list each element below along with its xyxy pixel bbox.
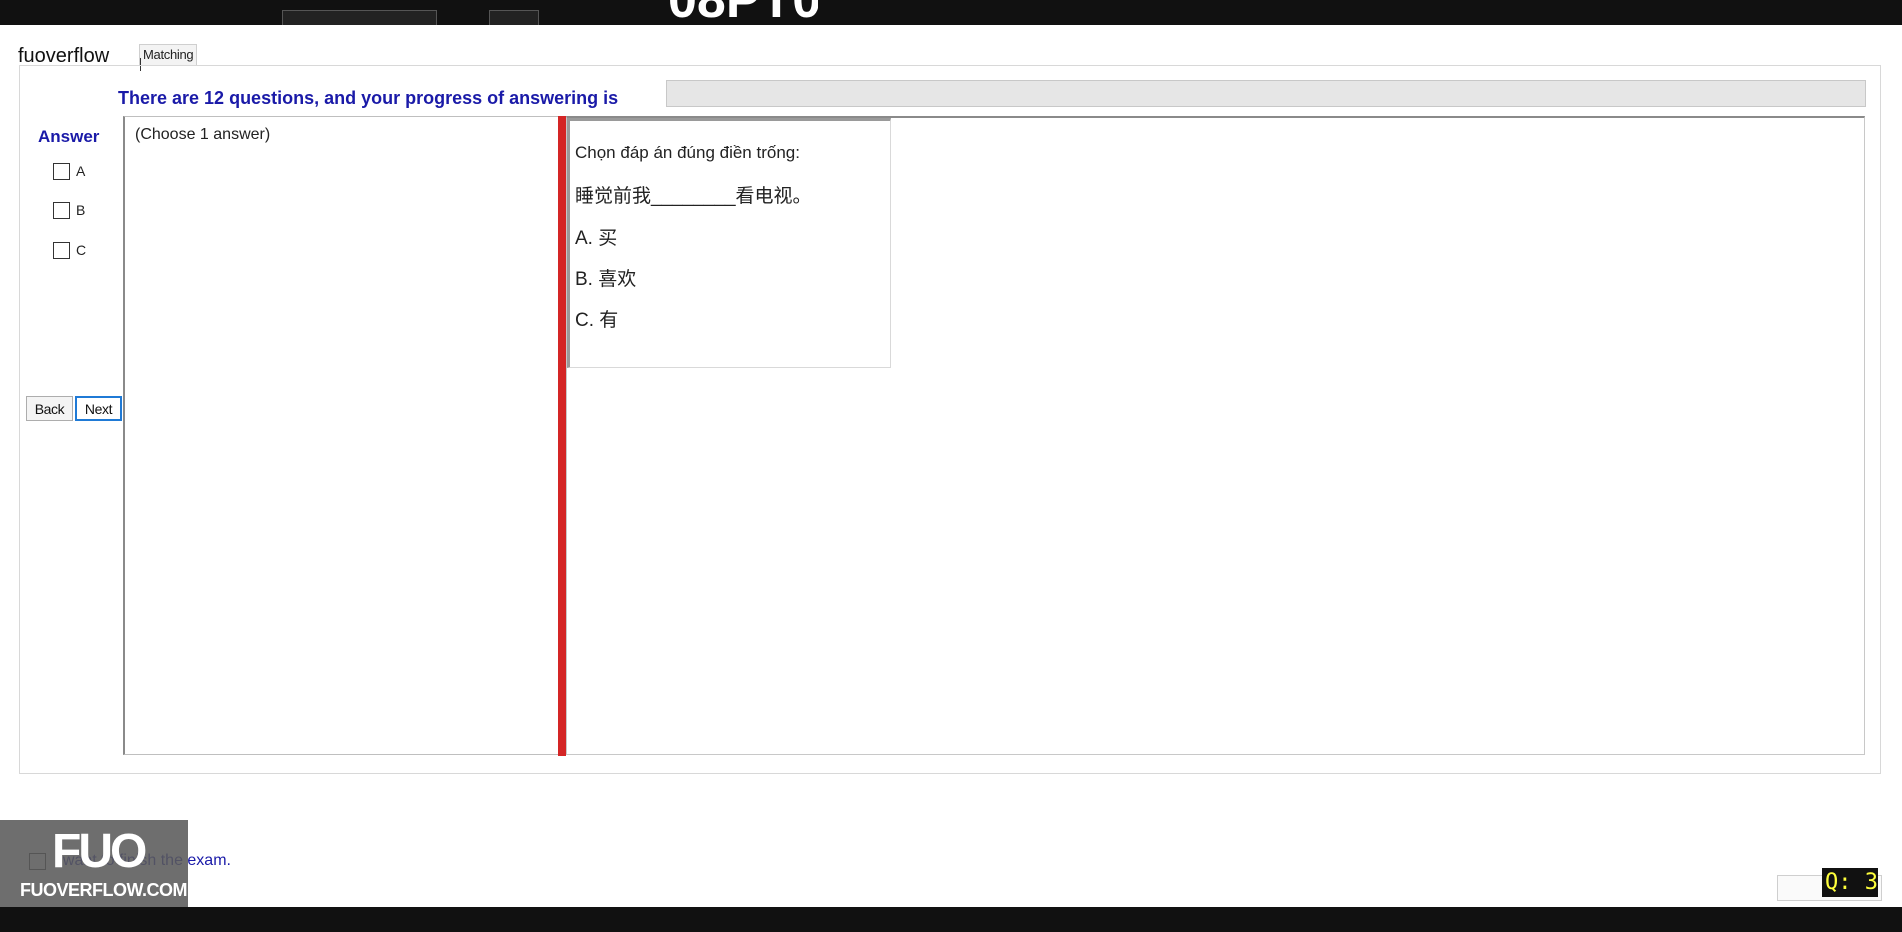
choice-a: A. 买 [575, 228, 618, 249]
answer-panel: (Choose 1 answer) [123, 116, 559, 755]
option-a-checkbox[interactable]: A [53, 162, 85, 180]
question-sentence: 睡觉前我________看电视。 [575, 186, 812, 207]
tab-matching[interactable]: Matching [139, 44, 198, 71]
progress-bar [666, 80, 1866, 107]
partial-field [489, 10, 539, 25]
bottom-black-bar [0, 907, 1902, 932]
watermark-site-text: FUOVERFLOW.COM [20, 880, 188, 900]
question-instruction: Chọn đáp án đúng điền trống: [575, 143, 800, 162]
window-title-fragment: 08PT0 [668, 0, 818, 20]
answer-hint: (Choose 1 answer) [135, 126, 271, 143]
question-counter: Q: 3 [1822, 868, 1878, 897]
answer-title: Answer [38, 127, 100, 146]
question-card: Chọn đáp án đúng điền trống: 睡觉前我_______… [567, 118, 891, 368]
checkbox-square [53, 241, 70, 259]
back-button[interactable]: Back [26, 396, 73, 421]
checkbox-square [53, 201, 70, 219]
choice-c: C. 有 [575, 310, 619, 331]
option-b-checkbox[interactable]: B [53, 201, 85, 219]
option-label: B [76, 202, 86, 218]
next-button[interactable]: Next [75, 396, 122, 421]
option-label: C [76, 242, 87, 258]
option-label: A [76, 163, 86, 179]
watermark-logo: FUO FUOVERFLOW.COM [0, 820, 188, 907]
top-black-bar: 08PT0 [0, 0, 1902, 25]
panel-splitter[interactable] [558, 116, 566, 756]
partial-dropdown [282, 10, 437, 25]
tab-label: Matching [143, 47, 194, 62]
progress-label: There are 12 questions, and your progres… [118, 88, 619, 108]
checkbox-square [53, 162, 70, 180]
watermark-logo-text: FUO [52, 825, 147, 878]
option-c-checkbox[interactable]: C [53, 241, 86, 259]
choice-b: B. 喜欢 [575, 269, 637, 290]
